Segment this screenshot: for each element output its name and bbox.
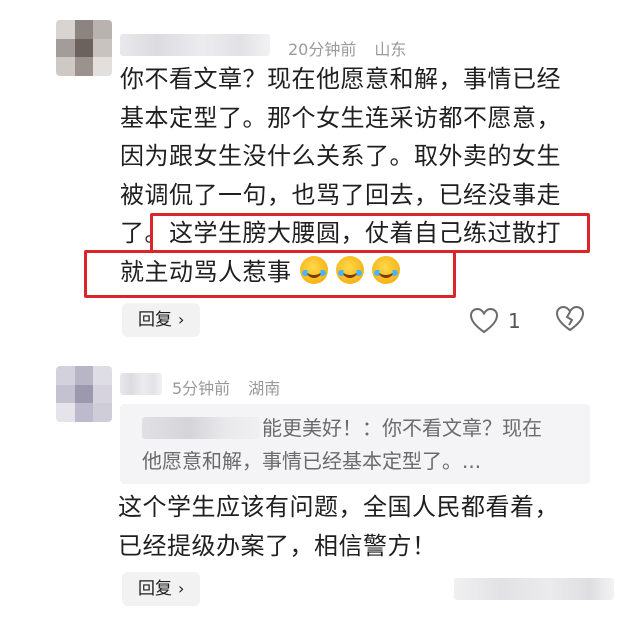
comment-line: 因为跟女生没什么关系了。取外卖的女生 bbox=[120, 142, 561, 170]
heart-icon bbox=[470, 308, 498, 334]
avatar[interactable] bbox=[56, 20, 112, 76]
like-count: 1 bbox=[508, 309, 521, 333]
chevron-right-icon: › bbox=[178, 310, 185, 329]
comment-time: 20分钟前 bbox=[288, 40, 357, 59]
username-blurred[interactable] bbox=[120, 373, 162, 395]
quote-line: 他愿意和解，事情已经基本定型了。... bbox=[142, 449, 482, 473]
comment-time: 5分钟前 bbox=[172, 379, 231, 398]
comment-line: 你不看文章？现在他愿意和解，事情已经 bbox=[120, 65, 561, 93]
highlight-box-bottom bbox=[84, 250, 456, 298]
comment-line: 基本定型了。那个女生连采访都不愿意， bbox=[120, 103, 561, 132]
avatar[interactable] bbox=[56, 366, 112, 422]
comment-meta: 5分钟前 湖南 bbox=[172, 375, 280, 399]
comment-line: 被调侃了一句，也骂了回去，已经没事走 bbox=[120, 180, 561, 209]
comment-text: 这个学生应该有问题，全国人民都看着， 已经提级办案了，相信警方！ bbox=[118, 488, 618, 565]
reply-button[interactable]: 回复 › bbox=[122, 303, 201, 337]
quoted-comment[interactable]: 能更美好！：你不看文章？现在 他愿意和解，事情已经基本定型了。... bbox=[120, 404, 590, 484]
username-blurred[interactable] bbox=[120, 34, 270, 56]
quote-line: 能更美好！：你不看文章？现在 bbox=[142, 412, 576, 445]
comment-region: 山东 bbox=[374, 40, 407, 59]
dislike-button[interactable] bbox=[555, 305, 585, 336]
reply-button[interactable]: 回复 › bbox=[122, 572, 201, 606]
comment-line: 已经提级办案了，相信警方！ bbox=[118, 531, 437, 560]
quoted-username-blurred bbox=[142, 417, 260, 439]
comment-meta: 20分钟前 山东 bbox=[288, 36, 406, 60]
comment-region: 湖南 bbox=[248, 379, 281, 398]
broken-heart-icon bbox=[555, 305, 585, 332]
chevron-right-icon: › bbox=[178, 579, 185, 598]
reply-label: 回复 bbox=[138, 310, 172, 330]
blurred-watermark bbox=[454, 578, 614, 600]
like-button[interactable]: 1 bbox=[470, 306, 521, 336]
comment-line: 这个学生应该有问题，全国人民都看着， bbox=[118, 493, 559, 521]
reply-label: 回复 bbox=[138, 579, 172, 599]
highlight-box-top bbox=[150, 213, 590, 253]
